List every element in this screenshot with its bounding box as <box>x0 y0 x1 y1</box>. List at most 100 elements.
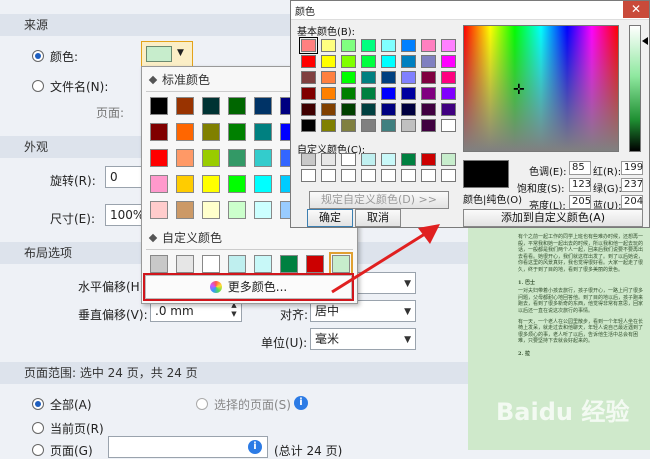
basic-color-swatch[interactable] <box>301 87 316 100</box>
custom-color-swatch[interactable] <box>401 169 416 182</box>
color-swatch[interactable] <box>228 255 246 273</box>
basic-color-swatch[interactable] <box>381 103 396 116</box>
hue-input[interactable]: 85 <box>569 161 591 175</box>
basic-color-swatch[interactable] <box>401 103 416 116</box>
basic-color-swatch[interactable] <box>361 55 376 68</box>
color-swatch[interactable] <box>150 201 168 219</box>
color-swatch[interactable] <box>254 201 272 219</box>
pages-input[interactable] <box>108 436 268 458</box>
color-swatch[interactable] <box>228 123 246 141</box>
basic-color-swatch[interactable] <box>421 87 436 100</box>
color-swatch[interactable] <box>228 149 246 167</box>
color-swatch[interactable] <box>150 255 168 273</box>
color-picker-button[interactable]: ▼ <box>141 41 193 67</box>
basic-color-swatch[interactable] <box>301 103 316 116</box>
basic-color-swatch[interactable] <box>421 103 436 116</box>
color-swatch[interactable] <box>176 97 194 115</box>
color-swatch[interactable] <box>176 149 194 167</box>
color-swatch[interactable] <box>228 175 246 193</box>
custom-color-swatch[interactable] <box>421 153 436 166</box>
basic-color-swatch[interactable] <box>301 55 316 68</box>
color-swatch[interactable] <box>254 97 272 115</box>
basic-color-swatch[interactable] <box>361 71 376 84</box>
basic-color-swatch[interactable] <box>361 39 376 52</box>
info-icon[interactable]: i <box>294 396 308 410</box>
color-swatch[interactable] <box>306 255 324 273</box>
pages-info-icon[interactable]: i <box>248 440 262 454</box>
basic-color-swatch[interactable] <box>361 103 376 116</box>
color-swatch[interactable] <box>254 149 272 167</box>
basic-color-swatch[interactable] <box>341 71 356 84</box>
basic-color-swatch[interactable] <box>321 39 336 52</box>
basic-color-swatch[interactable] <box>441 103 456 116</box>
color-swatch[interactable] <box>254 123 272 141</box>
custom-color-swatch[interactable] <box>341 153 356 166</box>
basic-color-swatch[interactable] <box>321 103 336 116</box>
basic-color-swatch[interactable] <box>441 39 456 52</box>
basic-color-swatch[interactable] <box>341 103 356 116</box>
selected-color-swatch[interactable] <box>329 252 353 276</box>
color-swatch[interactable] <box>150 97 168 115</box>
color-swatch[interactable] <box>150 149 168 167</box>
basic-color-swatch[interactable] <box>341 87 356 100</box>
basic-color-swatch[interactable] <box>341 119 356 132</box>
luminance-slider[interactable] <box>629 25 641 152</box>
color-swatch[interactable] <box>202 255 220 273</box>
basic-color-swatch[interactable] <box>401 87 416 100</box>
custom-color-swatch[interactable] <box>441 169 456 182</box>
more-colors-button[interactable]: 更多颜色... <box>143 273 354 301</box>
close-icon[interactable]: ✕ <box>623 1 649 18</box>
basic-color-swatch[interactable] <box>381 119 396 132</box>
filename-radio[interactable] <box>32 80 44 92</box>
basic-color-swatch[interactable] <box>381 87 396 100</box>
current-page-radio[interactable] <box>32 422 44 434</box>
luminance-input[interactable]: 205 <box>569 195 591 209</box>
color-swatch[interactable] <box>202 123 220 141</box>
unit-select[interactable]: 毫米 ▼ <box>310 328 416 350</box>
color-spectrum[interactable]: ✛ <box>463 25 619 152</box>
custom-color-swatch[interactable] <box>321 169 336 182</box>
color-swatch[interactable] <box>150 123 168 141</box>
all-pages-radio[interactable] <box>32 398 44 410</box>
basic-color-swatch[interactable] <box>401 55 416 68</box>
cancel-button[interactable]: 取消 <box>355 209 401 227</box>
basic-color-swatch[interactable] <box>381 39 396 52</box>
custom-color-swatch[interactable] <box>401 153 416 166</box>
basic-color-swatch[interactable] <box>321 55 336 68</box>
basic-color-swatch[interactable] <box>321 71 336 84</box>
basic-color-swatch[interactable] <box>361 119 376 132</box>
color-swatch[interactable] <box>202 97 220 115</box>
custom-color-swatch[interactable] <box>341 169 356 182</box>
basic-color-swatch[interactable] <box>381 71 396 84</box>
basic-color-swatch[interactable] <box>321 119 336 132</box>
blue-input[interactable]: 204 <box>621 195 643 209</box>
custom-color-swatch[interactable] <box>321 153 336 166</box>
pages-radio[interactable] <box>32 444 44 456</box>
basic-color-swatch[interactable] <box>441 71 456 84</box>
custom-color-swatch[interactable] <box>361 153 376 166</box>
basic-color-swatch[interactable] <box>441 119 456 132</box>
red-input[interactable]: 199 <box>621 161 643 175</box>
voffset-stepper[interactable]: ▲ ▼ <box>229 301 239 321</box>
custom-color-swatch[interactable] <box>441 153 456 166</box>
color-swatch[interactable] <box>202 201 220 219</box>
green-input[interactable]: 237 <box>621 178 643 192</box>
custom-color-swatch[interactable] <box>381 153 396 166</box>
color-swatch[interactable] <box>202 149 220 167</box>
basic-color-swatch[interactable] <box>301 119 316 132</box>
color-radio[interactable] <box>32 50 44 62</box>
basic-color-swatch[interactable] <box>401 71 416 84</box>
color-swatch[interactable] <box>202 175 220 193</box>
custom-color-swatch[interactable] <box>421 169 436 182</box>
color-swatch[interactable] <box>228 201 246 219</box>
custom-color-swatch[interactable] <box>301 153 316 166</box>
custom-color-swatch[interactable] <box>301 169 316 182</box>
basic-color-swatch[interactable] <box>421 55 436 68</box>
color-swatch[interactable] <box>228 97 246 115</box>
basic-color-swatch[interactable] <box>361 87 376 100</box>
basic-color-swatch[interactable] <box>381 55 396 68</box>
basic-color-swatch[interactable] <box>421 71 436 84</box>
basic-color-swatch[interactable] <box>401 39 416 52</box>
basic-color-swatch[interactable] <box>341 39 356 52</box>
color-swatch[interactable] <box>176 255 194 273</box>
